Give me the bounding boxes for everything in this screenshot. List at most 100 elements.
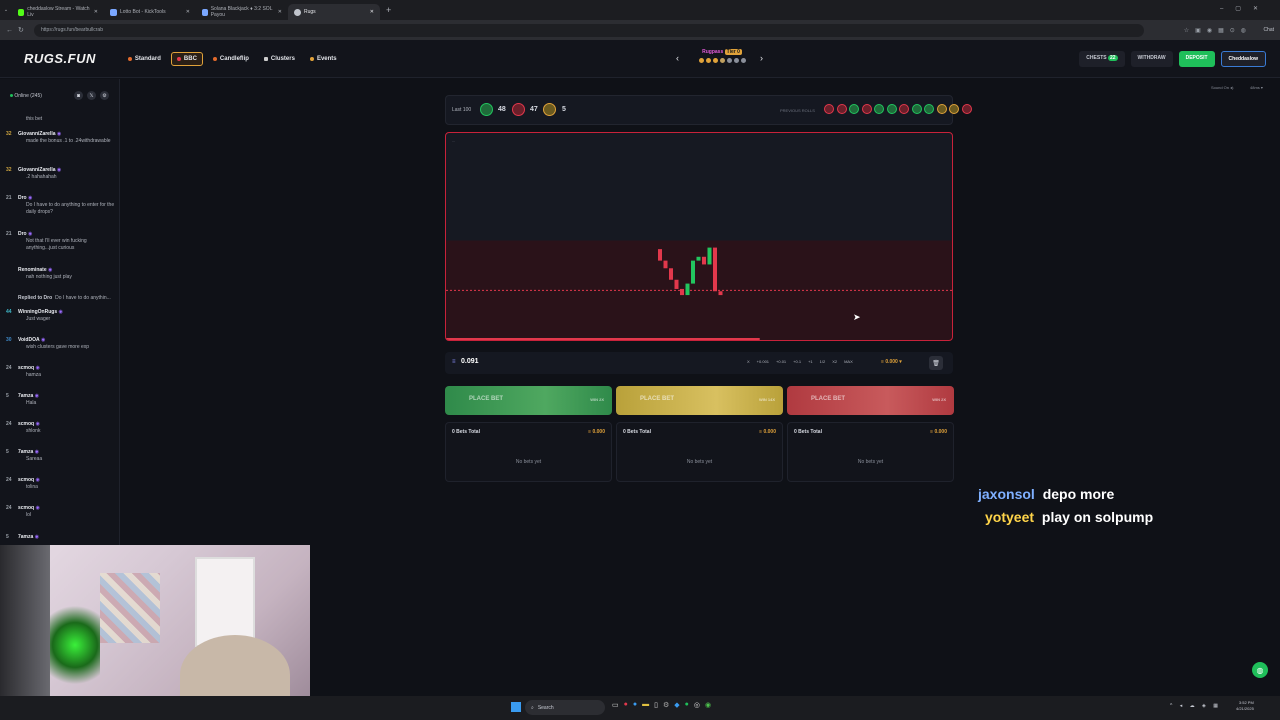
chevron-right-icon[interactable]: › [760,53,763,63]
system-tray-icons[interactable]: ^ ◂ ☁ ◈ ▦ [1170,703,1221,709]
stream-chat-user: yotyeet [985,509,1035,525]
chat-username[interactable]: GiovanniZarella [18,167,56,173]
sound-toggle[interactable]: Sound On ◂) [1211,85,1233,90]
taskbar-search[interactable]: ⌕ Search [525,700,605,715]
user-level-badge: 32 [6,167,12,173]
nav-bbc[interactable]: BBC [170,51,203,66]
sol-icon: ≡ [452,359,456,365]
stream-chat-message: jaxonsol depo more [978,486,1114,502]
notepad-icon[interactable]: ▯ [654,701,658,709]
nav-candleflip[interactable]: Candleflip [208,52,254,66]
bet-panel-bull: 0 Bets Total ≡ 0.000 No bets yet [445,422,612,482]
reload-icon[interactable]: ↻ [18,26,24,34]
user-profile-button[interactable]: Cheddaslow [1220,51,1266,67]
nav-standard[interactable]: Standard [123,52,166,66]
close-icon[interactable]: ✕ [94,9,98,15]
chat-text: Not that I'll ever win fucking anything.… [26,238,87,251]
bet-chip-button[interactable]: X2 [832,359,837,364]
chat-username[interactable]: Dro [18,231,27,237]
chat-username[interactable]: Renominate [18,267,47,273]
chat-username[interactable]: Dro [18,195,27,201]
extensions-icons[interactable]: ☆▣◉▦⊙◍ [1184,27,1252,34]
browser-tab-kick[interactable]: cheddaslow Stream - Watch Liv ✕ [12,4,104,20]
place-bet-bull-button[interactable]: PLACE BET WIN 2X [445,386,612,415]
discord-icon[interactable]: ◙ [74,91,83,100]
deposit-button[interactable]: DEPOSIT [1178,51,1215,67]
chat-username[interactable]: WinningOnRugs [18,309,57,315]
bet-chip-button[interactable]: 1/2 [820,359,826,364]
chrome-icon[interactable]: ● [624,701,628,709]
chat-text: Do I have to do anything to enter for th… [26,202,115,215]
bet-chip-button[interactable]: +0.001 [757,359,769,364]
rugs-logo[interactable]: RUGS.FUN [24,51,96,66]
vscode-icon[interactable]: ◆ [674,701,679,709]
edge-icon[interactable]: ● [633,701,637,709]
windows-taskbar: ⌕ Search ▭ ● ● ▬ ▯ ⚙ ◆ ● ◎ ◉ ^ ◂ ☁ ◈ ▦ 3… [0,696,1280,720]
chat-button[interactable]: Chat [1263,27,1274,33]
chat-text: lol [26,512,32,518]
url-field[interactable]: https://rugs.fun/bearbullcrab [34,23,1144,37]
chests-button[interactable]: CHESTS 22 [1079,51,1125,67]
settings-icon[interactable]: ⚙ [100,91,109,100]
windows-start-icon[interactable] [511,702,521,712]
chat-username[interactable]: scmoq [18,477,34,483]
task-view-icon[interactable]: ▭ [612,701,619,709]
balance-display[interactable]: ≡ 0.000 ▾ [881,359,902,365]
bet-amount-input[interactable]: 0.091 [461,358,479,365]
chat-username[interactable]: scmoq [18,505,34,511]
withdraw-button[interactable]: WITHDRAW [1130,51,1173,67]
verified-icon: ◉ [39,337,46,343]
bet-chip-button[interactable]: MAX [844,359,853,364]
stream-chat-message: yotyeet play on solpump [985,509,1153,525]
obs-icon[interactable]: ◎ [694,701,700,709]
user-level-badge: 21 [6,195,12,201]
nav-clusters[interactable]: Clusters [259,52,300,66]
back-icon[interactable]: ← [6,27,13,34]
file-explorer-icon[interactable]: ▬ [642,701,649,709]
chevron-left-icon[interactable]: ‹ [676,53,679,63]
browser-tab-lotto[interactable]: Lotto Bot - KickTools ✕ [104,4,196,20]
taskbar-clock[interactable]: 3:52 PM 4/21/2025 [1236,700,1254,712]
rugpass-widget[interactable]: Rugpass Tier 0 [696,49,748,69]
close-icon[interactable]: ✕ [186,9,190,15]
chat-username[interactable]: scmoq [18,365,34,371]
chat-message: Renominate ◉ nah nothing just play [6,267,116,281]
chat-text: this bet [26,116,43,122]
bet-chip-button[interactable]: +1 [808,359,813,364]
chat-username[interactable]: 7amza [18,534,33,540]
bet-chip-button[interactable]: X [747,359,750,364]
browser-tab-rugs[interactable]: Rugs ✕ [288,4,380,20]
nav-label: Clusters [270,55,295,62]
x-icon[interactable]: 𝕏 [87,91,96,100]
bear-roll-icon [836,104,847,114]
trash-icon[interactable]: 🗑 [929,356,943,370]
chart-candle [713,247,717,292]
browser-app-icon[interactable]: ◉ [705,701,711,709]
bet-chip-button[interactable]: +0.1 [793,359,801,364]
site-header: RUGS.FUN Standard BBC Candleflip Cluster… [0,40,1280,78]
user-level-badge: 24 [6,505,12,511]
chat-username[interactable]: 7amza [18,393,33,399]
bull-roll-icon [849,104,859,114]
place-bet-bear-button[interactable]: PLACE BET WIN 2X [787,386,954,415]
close-icon[interactable]: ✕ [278,9,282,15]
place-bet-crab-button[interactable]: PLACE BET WIN 14X [616,386,783,415]
support-chat-button[interactable]: ◍ [1252,662,1268,678]
tab-menu-icon[interactable]: ⌄ [0,7,12,13]
chat-username[interactable]: VoidDOA [18,337,40,343]
flame-icon [127,56,132,61]
spotify-icon[interactable]: ● [685,701,689,709]
new-tab-icon[interactable]: + [386,5,391,15]
no-bets-text: No bets yet [515,459,542,465]
bet-chip-button[interactable]: +0.01 [776,359,786,364]
chat-username[interactable]: Replied to Dro [18,295,52,301]
chat-username[interactable]: scmoq [18,421,34,427]
settings-gear-icon[interactable]: ⚙ [663,701,669,709]
chat-username[interactable]: 7amza [18,449,33,455]
rugpass-progress-dots [696,58,748,63]
chat-username[interactable]: GiovanniZarella [18,131,56,137]
close-icon[interactable]: ✕ [370,9,374,15]
nav-events[interactable]: Events [305,52,342,66]
user-level-badge: 32 [6,131,12,137]
browser-tab-blackjack[interactable]: Solana Blackjack ♦ 3:2 SOL Payou ✕ [196,4,288,20]
